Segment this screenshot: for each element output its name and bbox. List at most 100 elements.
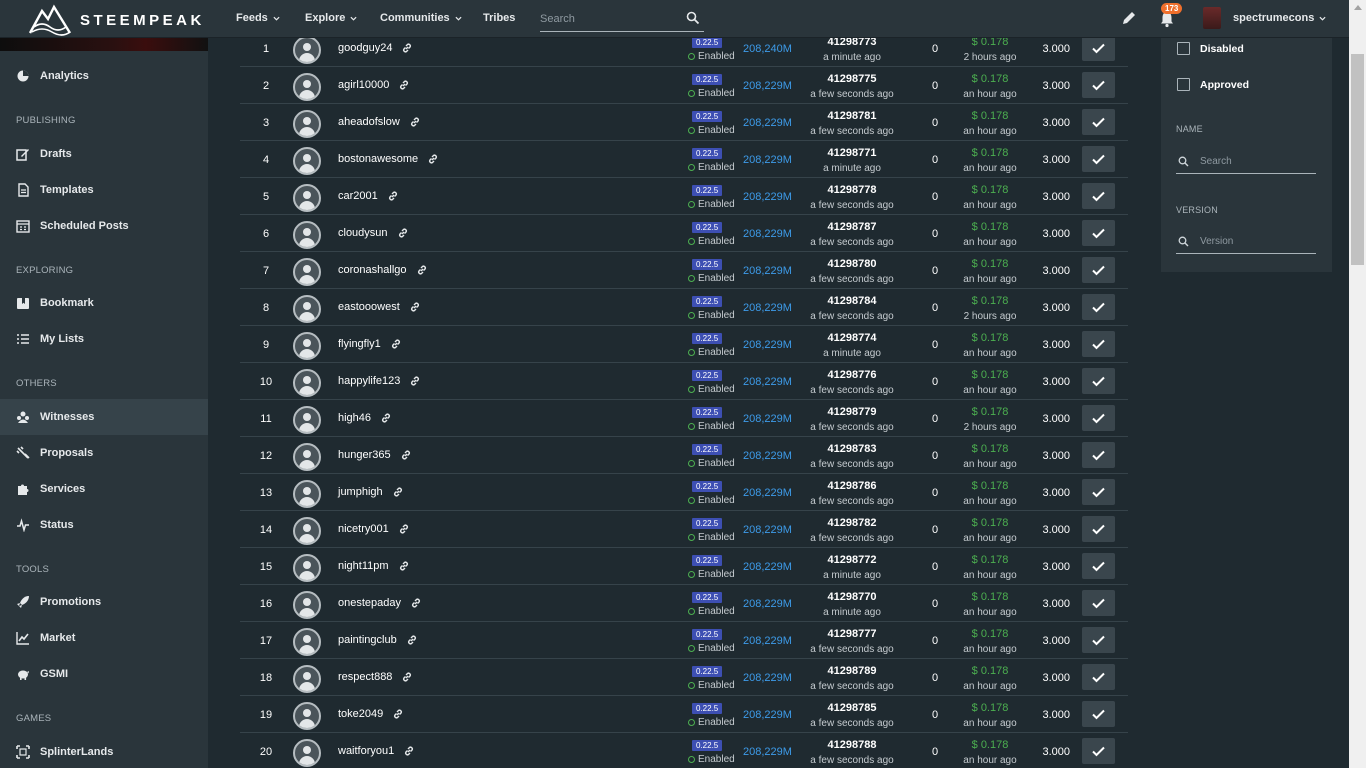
witness-avatar[interactable] [293, 73, 321, 101]
sidebar-item-scheduled-posts[interactable]: Scheduled Posts [0, 208, 208, 244]
link-icon[interactable] [398, 560, 410, 572]
link-icon[interactable] [387, 190, 399, 202]
witness-name[interactable]: nicetry001 [338, 523, 389, 535]
witness-avatar[interactable] [293, 480, 321, 508]
link-icon[interactable] [392, 708, 404, 720]
approve-witness-button[interactable] [1082, 516, 1115, 542]
search-input[interactable] [540, 8, 680, 30]
filter-approved[interactable]: Approved [1177, 78, 1249, 91]
link-icon[interactable] [398, 523, 410, 535]
witness-avatar[interactable] [293, 147, 321, 175]
sidebar-item-gsmi[interactable]: GSMI [0, 656, 208, 692]
sidebar-item-witnesses[interactable]: Witnesses [0, 399, 208, 435]
witness-avatar[interactable] [293, 221, 321, 249]
witness-name[interactable]: happylife123 [338, 375, 400, 387]
link-icon[interactable] [401, 42, 413, 54]
page-scrollbar[interactable] [1349, 0, 1366, 768]
approve-witness-button[interactable] [1082, 627, 1115, 653]
approve-witness-button[interactable] [1082, 109, 1115, 135]
witness-votes[interactable]: 208,229M [743, 265, 792, 277]
witness-avatar[interactable] [293, 332, 321, 360]
witness-name[interactable]: respect888 [338, 671, 392, 683]
link-icon[interactable] [390, 338, 402, 350]
witness-votes[interactable]: 208,229M [743, 487, 792, 499]
witness-votes[interactable]: 208,229M [743, 672, 792, 684]
steempeak-logo[interactable]: STEEMPEAK [28, 3, 205, 37]
witness-name[interactable]: agirl10000 [338, 79, 389, 91]
scroll-up-icon[interactable] [1354, 5, 1362, 10]
approve-witness-button[interactable] [1082, 590, 1115, 616]
witness-avatar[interactable] [293, 665, 321, 693]
filter-disabled[interactable]: Disabled [1177, 42, 1244, 55]
witness-name[interactable]: high46 [338, 412, 371, 424]
witness-name[interactable]: night11pm [338, 560, 389, 572]
witness-name[interactable]: waitforyou1 [338, 745, 394, 757]
approve-witness-button[interactable] [1082, 220, 1115, 246]
witness-votes[interactable]: 208,229M [743, 524, 792, 536]
sidebar-item-status[interactable]: Status [0, 507, 208, 543]
approve-witness-button[interactable] [1082, 701, 1115, 727]
approve-witness-button[interactable] [1082, 479, 1115, 505]
approve-witness-button[interactable] [1082, 35, 1115, 61]
version-search-input[interactable] [1200, 236, 1310, 247]
link-icon[interactable] [409, 301, 421, 313]
approve-witness-button[interactable] [1082, 257, 1115, 283]
sidebar-item-proposals[interactable]: Proposals [0, 435, 208, 471]
witness-avatar[interactable] [293, 406, 321, 434]
witness-name[interactable]: eastooowest [338, 301, 400, 313]
approve-witness-button[interactable] [1082, 405, 1115, 431]
user-menu[interactable]: spectrumecons [1233, 12, 1326, 24]
link-icon[interactable] [409, 375, 421, 387]
witness-votes[interactable]: 208,229M [743, 709, 792, 721]
witness-votes[interactable]: 208,229M [743, 450, 792, 462]
witness-avatar[interactable] [293, 628, 321, 656]
witness-name[interactable]: jumphigh [338, 486, 383, 498]
witness-avatar[interactable] [293, 110, 321, 138]
link-icon[interactable] [398, 79, 410, 91]
sidebar-item-analytics[interactable]: Analytics [0, 58, 208, 94]
approve-witness-button[interactable] [1082, 738, 1115, 764]
witness-votes[interactable]: 208,229M [743, 339, 792, 351]
sidebar-item-templates[interactable]: Templates [0, 172, 208, 208]
witness-avatar[interactable] [293, 369, 321, 397]
name-search-input[interactable] [1200, 156, 1310, 167]
witness-name[interactable]: coronashallgo [338, 264, 407, 276]
approve-witness-button[interactable] [1082, 294, 1115, 320]
witness-name[interactable]: paintingclub [338, 634, 397, 646]
approve-witness-button[interactable] [1082, 368, 1115, 394]
witness-name[interactable]: toke2049 [338, 708, 383, 720]
sidebar-item-services[interactable]: Services [0, 471, 208, 507]
witness-votes[interactable]: 208,229M [743, 635, 792, 647]
witness-votes[interactable]: 208,229M [743, 228, 792, 240]
link-icon[interactable] [400, 449, 412, 461]
sidebar-item-my-lists[interactable]: My Lists [0, 321, 208, 357]
witness-votes[interactable]: 208,229M [743, 154, 792, 166]
sidebar-item-bookmark[interactable]: Bookmark [0, 285, 208, 321]
witness-name[interactable]: car2001 [338, 190, 378, 202]
witness-votes[interactable]: 208,229M [743, 746, 792, 758]
witness-name[interactable]: flyingfly1 [338, 338, 381, 350]
witness-votes[interactable]: 208,229M [743, 598, 792, 610]
witness-name[interactable]: cloudysun [338, 227, 388, 239]
witness-name[interactable]: goodguy24 [338, 42, 392, 54]
notification-badge[interactable]: 173 [1161, 3, 1183, 14]
witness-avatar[interactable] [293, 554, 321, 582]
link-icon[interactable] [397, 227, 409, 239]
link-icon[interactable] [403, 745, 415, 757]
nav-explore[interactable]: Explore [305, 12, 357, 24]
link-icon[interactable] [409, 116, 421, 128]
witness-votes[interactable]: 208,229M [743, 302, 792, 314]
approve-witness-button[interactable] [1082, 183, 1115, 209]
disabled-checkbox[interactable] [1177, 42, 1190, 55]
link-icon[interactable] [401, 671, 413, 683]
nav-communities[interactable]: Communities [380, 12, 462, 24]
search-icon[interactable] [686, 11, 700, 25]
sidebar-item-promotions[interactable]: Promotions [0, 584, 208, 620]
witness-votes[interactable]: 208,229M [743, 117, 792, 129]
witness-avatar[interactable] [293, 258, 321, 286]
approve-witness-button[interactable] [1082, 146, 1115, 172]
approved-checkbox[interactable] [1177, 78, 1190, 91]
link-icon[interactable] [406, 634, 418, 646]
approve-witness-button[interactable] [1082, 72, 1115, 98]
pencil-icon[interactable] [1121, 10, 1137, 26]
